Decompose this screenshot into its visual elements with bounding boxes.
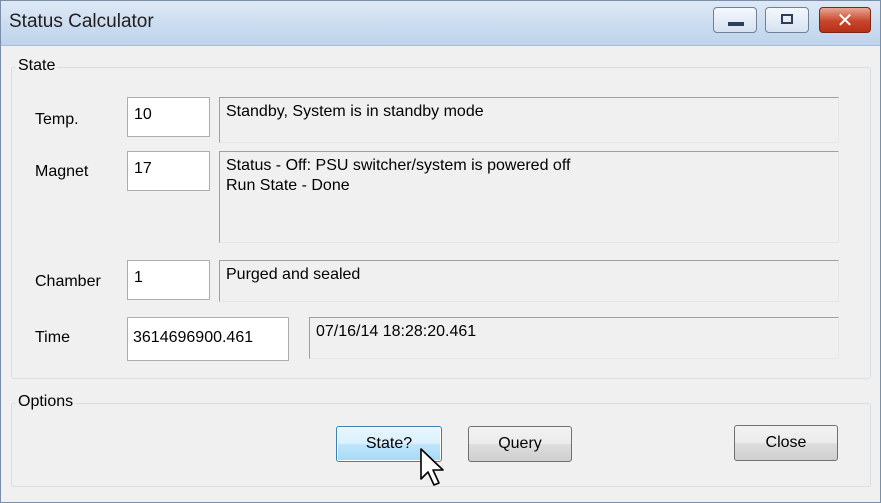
magnet-label: Magnet bbox=[35, 163, 89, 180]
minimize-icon bbox=[728, 22, 744, 26]
status-calculator-window: Status Calculator ✕ State Temp. 10 Stand… bbox=[0, 0, 881, 503]
chamber-status-readout: Purged and sealed bbox=[219, 260, 839, 302]
magnet-input[interactable]: 17 bbox=[127, 151, 210, 191]
close-icon: ✕ bbox=[836, 8, 854, 32]
close-button[interactable]: Close bbox=[734, 425, 838, 461]
query-button[interactable]: Query bbox=[468, 426, 572, 462]
maximize-button[interactable] bbox=[765, 7, 809, 33]
chamber-input[interactable]: 1 bbox=[127, 260, 210, 300]
state-group-label: State bbox=[15, 57, 59, 75]
window-title: Status Calculator bbox=[9, 11, 154, 32]
maximize-icon bbox=[781, 14, 793, 24]
temp-label: Temp. bbox=[35, 111, 79, 128]
temp-status-readout: Standby, System is in standby mode bbox=[219, 97, 839, 143]
time-input[interactable]: 3614696900.461 bbox=[127, 317, 289, 361]
close-window-button[interactable]: ✕ bbox=[819, 7, 871, 33]
chamber-status-text: Purged and sealed bbox=[226, 266, 361, 283]
temp-status-text: Standby, System is in standby mode bbox=[226, 103, 484, 120]
mouse-pointer-icon bbox=[420, 448, 444, 486]
time-status-text: 07/16/14 18:28:20.461 bbox=[316, 323, 477, 340]
magnet-status-line-1: Status - Off: PSU switcher/system is pow… bbox=[226, 157, 571, 174]
temp-input[interactable]: 10 bbox=[127, 97, 210, 137]
chamber-label: Chamber bbox=[35, 273, 101, 290]
title-bar[interactable]: Status Calculator ✕ bbox=[1, 1, 880, 46]
minimize-button[interactable] bbox=[713, 7, 757, 33]
magnet-status-line-2: Run State - Done bbox=[226, 177, 350, 194]
time-label: Time bbox=[35, 329, 70, 346]
time-status-readout: 07/16/14 18:28:20.461 bbox=[309, 317, 839, 359]
magnet-status-readout: Status - Off: PSU switcher/system is pow… bbox=[219, 151, 839, 243]
options-group-label: Options bbox=[15, 393, 77, 411]
